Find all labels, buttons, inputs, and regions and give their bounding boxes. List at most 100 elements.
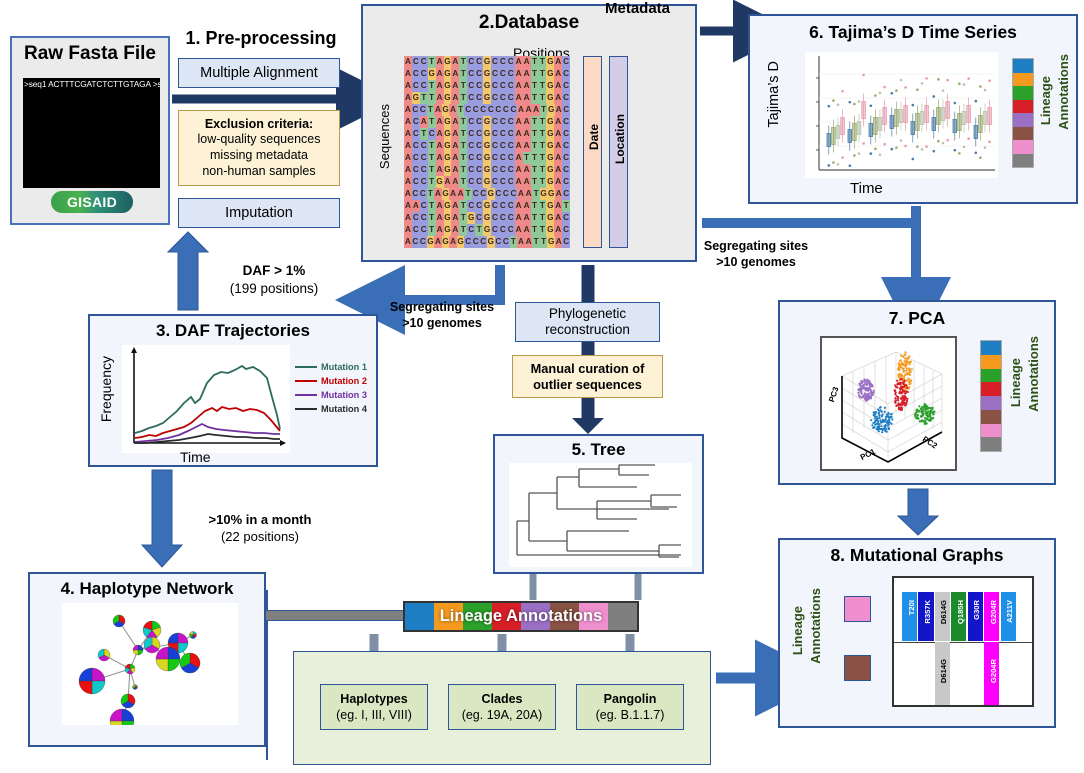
alignment-cell: C [420,176,428,188]
exclusion-item-1: missing metadata [210,148,308,164]
alignment-cell: C [420,80,428,92]
alignment-cell: A [515,224,523,236]
alignment-cell: A [404,152,412,164]
alignment-cell: A [515,200,523,212]
daf-legend-item: Mutation 4 [295,402,367,416]
manual-curation-box: Manual curation of outlier sequences [512,355,663,398]
alignment-cell: T [464,188,472,200]
raw-fasta-title: Raw Fasta File [12,43,168,65]
alignment-cell: A [436,92,444,104]
pca-point [868,380,870,382]
alignment-cell: A [436,164,444,176]
alignment-cell: A [554,212,562,224]
pca-point [881,431,883,433]
tajima-outlier [933,150,936,153]
alignment-cell: C [467,56,475,68]
pca-point [877,426,879,428]
alignment-cell: C [499,164,507,176]
pca-point [872,422,874,424]
alignment-cell: A [436,116,444,128]
pca-point [899,360,901,362]
tajima-outlier [954,102,957,105]
alignment-cell: T [475,224,483,236]
alignment-cell: A [515,56,523,68]
alignment-cell: A [444,176,452,188]
alignment-cell: A [525,104,533,116]
alignment-cell: T [532,188,540,200]
daf-line-chart [122,345,290,453]
alignment-cell: A [451,56,459,68]
tajima-outlier [853,154,856,157]
alignment-cell: T [531,200,539,212]
tajima-outlier [828,164,831,167]
tajima-outlier [937,140,940,143]
pca-point [902,368,904,370]
pca-point [899,364,901,366]
alignment-cell: C [499,68,507,80]
alignment-cell: C [472,236,480,248]
alignment-cell: T [540,104,548,116]
alignment-cell: T [420,92,428,104]
alignment-cell: C [467,176,475,188]
haplotype-node-slice [138,650,143,655]
pca-point [894,390,896,392]
alignment-cell: A [451,212,459,224]
tajima-outlier [841,90,844,93]
alignment-cell: T [523,152,531,164]
alignment-cell: T [538,116,546,128]
pca-point [879,417,881,419]
alignment-cell: A [451,176,459,188]
exclusion-item-0: low-quality sequences [198,132,321,148]
alignment-cell: T [531,128,539,140]
haplotypes-box: Haplotypes (eg. I, III, VIII) [320,684,428,730]
pca-point [909,380,911,382]
alignment-cell: A [434,236,442,248]
pca-point [904,351,906,353]
alignment-cell: A [515,68,523,80]
daf-panel: 3. DAF Trajectories Frequency Time Mutat… [88,314,378,467]
pca-point [870,396,872,398]
alignment-cell: A [554,224,562,236]
alignment-cell: C [467,164,475,176]
alignment-cell: C [562,128,570,140]
alignment-cell: T [538,176,546,188]
alignment-cell: C [467,116,475,128]
pca-point [898,369,900,371]
alignment-cell: T [428,140,436,152]
alignment-cell: C [475,80,483,92]
alignment-cell: C [475,116,483,128]
mutation-label-D614G: D614G [939,600,948,624]
alignment-cell: C [499,128,507,140]
alignment-cell: A [523,116,531,128]
alignment-cell: A [554,56,562,68]
alignment-cell: C [507,92,515,104]
alignment-cell: C [467,224,475,236]
alignment-cell: T [538,128,546,140]
pca-point [876,423,878,425]
tajima-outlier [862,74,865,77]
pca-point [908,378,910,380]
pca-point [875,411,877,413]
pca-point [924,411,926,413]
pca-point [921,406,923,408]
pca-point [880,425,882,427]
tajima-ylabel: Tajima’s D [766,61,782,128]
alignment-cell: G [442,236,450,248]
alignment-cell: A [404,92,412,104]
arrow-pca-to-mutational [898,489,938,535]
tajima-outlier [849,164,852,167]
tajima-outlier [958,152,961,155]
tajima-outlier [904,145,907,148]
alignment-cell: A [554,80,562,92]
pca-point [894,402,896,404]
alignment-cell: A [404,188,412,200]
tajima-outlier [963,83,966,86]
alignment-cell: T [538,164,546,176]
alignment-cell: T [428,164,436,176]
daf-legend-item: Mutation 2 [295,374,367,388]
alignment-cell: C [475,212,483,224]
tajima-outlier [912,158,915,161]
alignment-cell: G [442,104,450,116]
alignment-cell: A [404,176,412,188]
alignment-row: ACCTAGATCCGCCCAATTGAC [404,80,570,92]
